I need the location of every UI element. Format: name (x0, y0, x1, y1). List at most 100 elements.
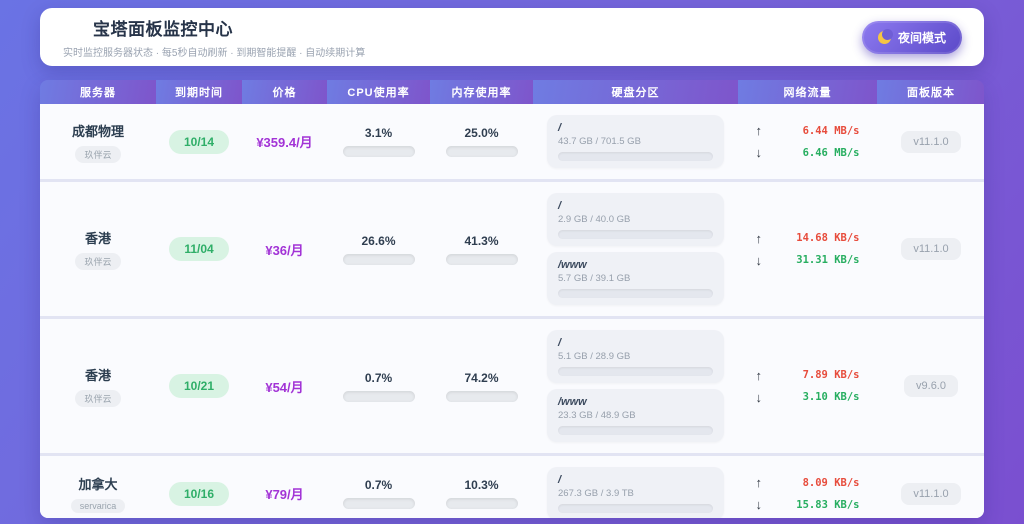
download-arrow-icon: ↓ (756, 146, 763, 159)
table-row[interactable]: 成都物理 玖伴云 10/14 ¥359.4/月 3.1% 25.0% / 43.… (40, 104, 984, 179)
disk-mount-point: / (558, 122, 713, 134)
disk-cell: / 5.1 GB / 28.9 GB /www 23.3 GB / 48.9 G… (533, 325, 738, 447)
expiry-badge: 10/21 (169, 374, 229, 398)
cpu-cell: 0.7% (327, 478, 430, 509)
disk-progress-bar (558, 367, 713, 376)
upload-arrow-icon: ↑ (756, 476, 763, 489)
server-name: 香港 (85, 365, 111, 384)
column-header-disk: 硬盘分区 (533, 80, 738, 104)
expiry-cell: 10/21 (156, 374, 242, 398)
night-mode-button[interactable]: 夜间模式 (862, 21, 962, 54)
disk-cell: / 2.9 GB / 40.0 GB /www 5.7 GB / 39.1 GB (533, 188, 738, 310)
version-badge: v11.1.0 (901, 238, 960, 260)
server-table: 服务器 到期时间 价格 CPU使用率 内存使用率 硬盘分区 网络流量 面板版本 … (40, 80, 984, 518)
disk-partition: / 5.1 GB / 28.9 GB (547, 330, 724, 383)
download-speed: 3.10 KB/s (803, 391, 860, 403)
network-cell: ↑ 14.68 KB/s ↓ 31.31 KB/s (738, 232, 877, 267)
download-line: ↓ 3.10 KB/s (756, 391, 860, 404)
cpu-cell: 3.1% (327, 126, 430, 157)
server-cell: 香港 玖伴云 (40, 228, 156, 270)
page-title: 宝塔面板监控中心 (93, 15, 233, 40)
download-arrow-icon: ↓ (756, 391, 763, 404)
table-row[interactable]: 香港 玖伴云 10/21 ¥54/月 0.7% 74.2% / 5.1 GB /… (40, 319, 984, 453)
disk-progress-bar (558, 504, 713, 513)
upload-line: ↑ 7.89 KB/s (756, 369, 860, 382)
cpu-percent-label: 0.7% (365, 371, 392, 385)
price-cell: ¥79/月 (242, 484, 327, 503)
disk-usage-text: 43.7 GB / 701.5 GB (558, 136, 713, 147)
cpu-percent-label: 3.1% (365, 126, 392, 140)
monitor-icon (62, 18, 84, 37)
version-badge: v11.1.0 (901, 131, 960, 153)
cpu-progress-bar (343, 391, 415, 402)
server-cell: 香港 玖伴云 (40, 365, 156, 407)
disk-partition: / 2.9 GB / 40.0 GB (547, 193, 724, 246)
download-line: ↓ 6.46 MB/s (756, 146, 860, 159)
download-line: ↓ 31.31 KB/s (756, 254, 860, 267)
price-text: ¥79/月 (265, 484, 303, 503)
download-line: ↓ 15.83 KB/s (756, 498, 860, 511)
memory-percent-label: 10.3% (464, 478, 498, 492)
disk-partition: /www 5.7 GB / 39.1 GB (547, 252, 724, 305)
disk-partition: / 267.3 GB / 3.9 TB (547, 467, 724, 518)
column-header-price: 价格 (242, 80, 327, 104)
memory-progress-bar (446, 391, 518, 402)
cpu-cell: 26.6% (327, 234, 430, 265)
table-row[interactable]: 香港 玖伴云 11/04 ¥36/月 26.6% 41.3% / 2.9 GB … (40, 182, 984, 316)
page-subtitle: 实时监控服务器状态 · 每5秒自动刷新 · 到期智能提醒 · 自动续期计算 (63, 44, 365, 59)
price-text: ¥359.4/月 (256, 132, 312, 151)
server-cell: 加拿大 servarica (40, 474, 156, 513)
network-cell: ↑ 8.09 KB/s ↓ 15.83 KB/s (738, 476, 877, 511)
expiry-badge: 10/14 (169, 130, 229, 154)
disk-mount-point: / (558, 474, 713, 486)
column-header-cpu: CPU使用率 (327, 80, 430, 104)
header-left: 宝塔面板监控中心 实时监控服务器状态 · 每5秒自动刷新 · 到期智能提醒 · … (62, 15, 365, 59)
price-cell: ¥54/月 (242, 377, 327, 396)
column-header-network: 网络流量 (738, 80, 877, 104)
expiry-cell: 10/16 (156, 482, 242, 506)
disk-usage-text: 2.9 GB / 40.0 GB (558, 214, 713, 225)
disk-cell: / 43.7 GB / 701.5 GB (533, 110, 738, 173)
disk-partition: / 43.7 GB / 701.5 GB (547, 115, 724, 168)
memory-progress-bar (446, 498, 518, 509)
memory-cell: 74.2% (430, 371, 533, 402)
upload-line: ↑ 8.09 KB/s (756, 476, 860, 489)
upload-speed: 7.89 KB/s (803, 369, 860, 381)
moon-icon (878, 31, 891, 44)
disk-mount-point: / (558, 337, 713, 349)
memory-cell: 25.0% (430, 126, 533, 157)
download-speed: 31.31 KB/s (796, 254, 859, 266)
upload-arrow-icon: ↑ (756, 232, 763, 245)
column-header-memory: 内存使用率 (430, 80, 533, 104)
disk-usage-text: 5.7 GB / 39.1 GB (558, 273, 713, 284)
memory-percent-label: 25.0% (464, 126, 498, 140)
download-arrow-icon: ↓ (756, 254, 763, 267)
column-header-server: 服务器 (40, 80, 156, 104)
memory-progress-bar (446, 254, 518, 265)
disk-mount-point: / (558, 200, 713, 212)
cpu-cell: 0.7% (327, 371, 430, 402)
price-cell: ¥359.4/月 (242, 132, 327, 151)
expiry-cell: 11/04 (156, 237, 242, 261)
cpu-percent-label: 0.7% (365, 478, 392, 492)
upload-arrow-icon: ↑ (756, 369, 763, 382)
table-body: 成都物理 玖伴云 10/14 ¥359.4/月 3.1% 25.0% / 43.… (40, 104, 984, 518)
upload-arrow-icon: ↑ (756, 124, 763, 137)
memory-cell: 10.3% (430, 478, 533, 509)
disk-progress-bar (558, 426, 713, 435)
cpu-progress-bar (343, 498, 415, 509)
provider-tag: 玖伴云 (75, 253, 120, 270)
memory-percent-label: 74.2% (464, 371, 498, 385)
provider-tag: 玖伴云 (75, 390, 120, 407)
network-cell: ↑ 6.44 MB/s ↓ 6.46 MB/s (738, 124, 877, 159)
upload-line: ↑ 6.44 MB/s (756, 124, 860, 137)
column-header-version: 面板版本 (877, 80, 984, 104)
download-speed: 6.46 MB/s (803, 147, 860, 159)
table-row[interactable]: 加拿大 servarica 10/16 ¥79/月 0.7% 10.3% / 2… (40, 456, 984, 518)
server-name: 加拿大 (78, 474, 117, 493)
version-cell: v11.1.0 (877, 238, 984, 260)
price-cell: ¥36/月 (242, 240, 327, 259)
column-header-expiry: 到期时间 (156, 80, 242, 104)
download-speed: 15.83 KB/s (796, 499, 859, 511)
version-cell: v11.1.0 (877, 483, 984, 505)
